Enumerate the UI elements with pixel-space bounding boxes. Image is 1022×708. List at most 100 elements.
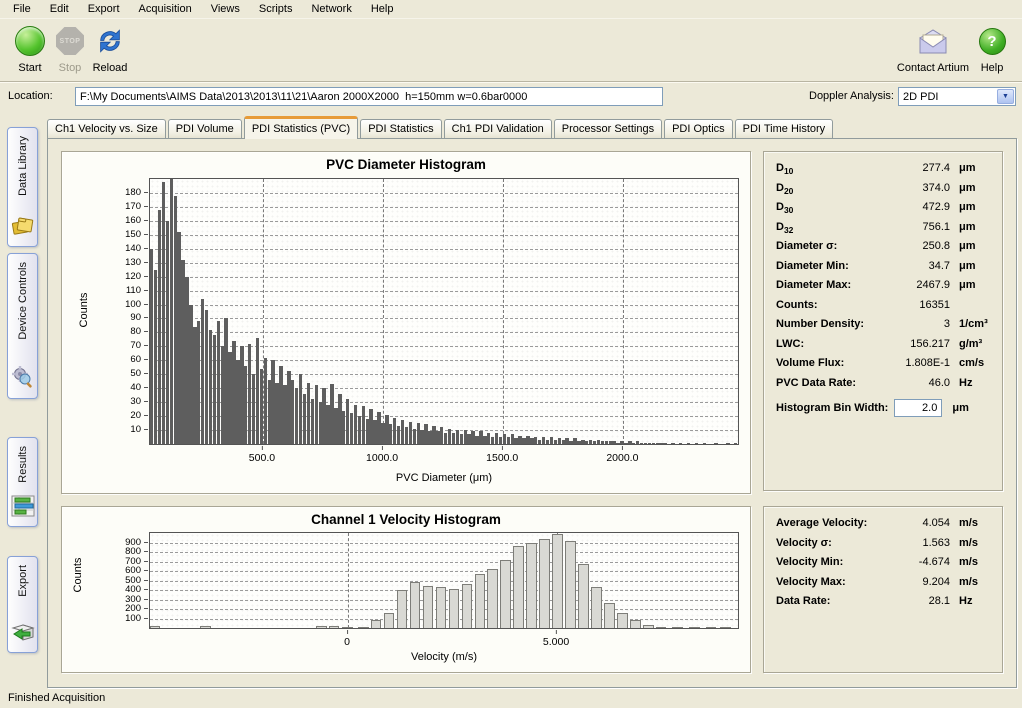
histogram-bar	[271, 360, 274, 444]
stat-unit: μm	[950, 182, 992, 194]
stat-row: Volume Flux:1.808E-1cm/s	[776, 357, 992, 377]
sidebar-item-device-controls[interactable]: Device Controls	[7, 253, 38, 399]
histogram-bar	[162, 182, 165, 444]
tab-pdi-optics[interactable]: PDI Optics	[664, 119, 733, 139]
y-tick-label: 50	[62, 368, 148, 379]
contact-artium-button[interactable]: Contact Artium	[894, 24, 972, 74]
stat-label: PVC Data Rate:	[776, 377, 888, 389]
location-input[interactable]	[75, 87, 663, 106]
histogram-bar	[330, 384, 333, 444]
gridline	[150, 571, 738, 572]
stat-unit: m/s	[950, 517, 992, 529]
histogram-bar	[217, 321, 220, 444]
tab-ch1-pdi-validation[interactable]: Ch1 PDI Validation	[444, 119, 552, 139]
y-tick-label: 500	[62, 575, 148, 586]
histogram-bar	[483, 436, 486, 444]
histogram-bar	[636, 441, 639, 444]
menu-item-export[interactable]: Export	[79, 0, 130, 18]
y-tick-label: 90	[62, 312, 148, 323]
gridline	[150, 552, 738, 553]
stat-value: 472.9	[888, 201, 950, 213]
histogram-bar	[264, 358, 267, 444]
menu-item-scripts[interactable]: Scripts	[250, 0, 303, 18]
menu-bar: FileEditExportAcquisitionViewsScriptsNet…	[0, 0, 1022, 19]
tab-pdi-statistics[interactable]: PDI Statistics	[360, 119, 441, 139]
toolbar: Start STOP Stop Reload Cont	[0, 20, 1022, 82]
histogram-bar	[244, 366, 247, 444]
histogram-bar	[369, 409, 372, 444]
stat-value: 4.054	[888, 517, 950, 529]
histogram-bar	[695, 443, 698, 444]
velocity-chart-plot	[149, 532, 739, 629]
histogram-bar	[193, 327, 196, 444]
stat-label: D20	[776, 182, 888, 196]
x-tick-label: 1000.0	[366, 452, 398, 464]
histogram-bar	[236, 360, 239, 444]
histogram-bar	[381, 423, 384, 444]
histogram-bar	[648, 443, 651, 444]
histogram-bar	[605, 441, 608, 444]
stat-value: 28.1	[888, 595, 950, 607]
stat-unit: Hz	[950, 595, 992, 607]
gridline	[150, 221, 738, 222]
menu-item-network[interactable]: Network	[302, 0, 361, 18]
gridline	[150, 249, 738, 250]
tab-ch1-velocity-vs-size[interactable]: Ch1 Velocity vs. Size	[47, 119, 166, 139]
reload-button[interactable]: Reload	[88, 24, 132, 74]
stat-value: 277.4	[888, 162, 950, 174]
histogram-bar	[303, 394, 306, 444]
histogram-bar	[150, 249, 153, 444]
menu-item-views[interactable]: Views	[202, 0, 250, 18]
histogram-bar	[346, 399, 349, 444]
stat-label: D10	[776, 162, 888, 176]
histogram-bar	[209, 330, 212, 444]
status-bar: Finished Acquisition	[0, 690, 1022, 708]
sidebar-item-export[interactable]: Export	[7, 556, 38, 653]
x-tick-label: 1500.0	[486, 452, 518, 464]
histogram-bar	[449, 589, 460, 628]
y-tick-label: 150	[62, 229, 148, 240]
folder-icon	[11, 215, 35, 240]
histogram-bar	[268, 380, 271, 444]
histogram-bin-width-label: Histogram Bin Width:	[776, 402, 888, 414]
stat-unit: Hz	[950, 377, 992, 389]
histogram-bar	[703, 443, 706, 444]
menu-item-edit[interactable]: Edit	[41, 0, 79, 18]
stat-unit: 1/cm³	[950, 318, 992, 330]
gridline	[150, 207, 738, 208]
tab-processor-settings[interactable]: Processor Settings	[554, 119, 662, 139]
menu-item-file[interactable]: File	[4, 0, 41, 18]
doppler-analysis-value: 2D PDI	[899, 91, 997, 103]
reload-icon	[95, 26, 125, 56]
stat-row: Average Velocity:4.054m/s	[776, 517, 992, 537]
velocity-chart-xlabel: Velocity (m/s)	[149, 651, 739, 663]
chevron-down-icon[interactable]: ▼	[997, 89, 1014, 104]
help-button[interactable]: ? Help	[974, 24, 1010, 74]
histogram-bin-width-input[interactable]	[894, 399, 942, 417]
stat-value: 46.0	[888, 377, 950, 389]
start-button[interactable]: Start	[8, 24, 52, 74]
sidebar-item-data-library[interactable]: Data Library	[7, 127, 38, 247]
menu-item-help[interactable]: Help	[362, 0, 404, 18]
stop-button-label: Stop	[52, 62, 88, 74]
stop-button[interactable]: STOP Stop	[52, 24, 88, 74]
stat-label: Average Velocity:	[776, 517, 888, 529]
tab-pdi-volume[interactable]: PDI Volume	[168, 119, 242, 139]
histogram-bar	[354, 405, 357, 444]
histogram-bar	[248, 344, 251, 444]
reload-button-label: Reload	[88, 62, 132, 74]
histogram-bar	[616, 443, 619, 444]
histogram-bar	[181, 260, 184, 444]
tab-pdi-time-history[interactable]: PDI Time History	[735, 119, 834, 139]
histogram-bar	[166, 221, 169, 444]
pvc-chart-xaxis: 500.01000.01500.02000.0	[149, 446, 739, 462]
histogram-bar	[256, 338, 259, 444]
menu-item-acquisition[interactable]: Acquisition	[130, 0, 202, 18]
histogram-bar	[526, 543, 537, 629]
sidebar-item-results[interactable]: Results	[7, 437, 38, 527]
stat-row: LWC:156.217g/m³	[776, 338, 992, 358]
histogram-bar	[158, 210, 161, 444]
tab-pdi-statistics-pvc-[interactable]: PDI Statistics (PVC)	[244, 116, 358, 139]
doppler-analysis-select[interactable]: 2D PDI ▼	[898, 87, 1016, 106]
stat-label: Diameter Min:	[776, 260, 888, 272]
